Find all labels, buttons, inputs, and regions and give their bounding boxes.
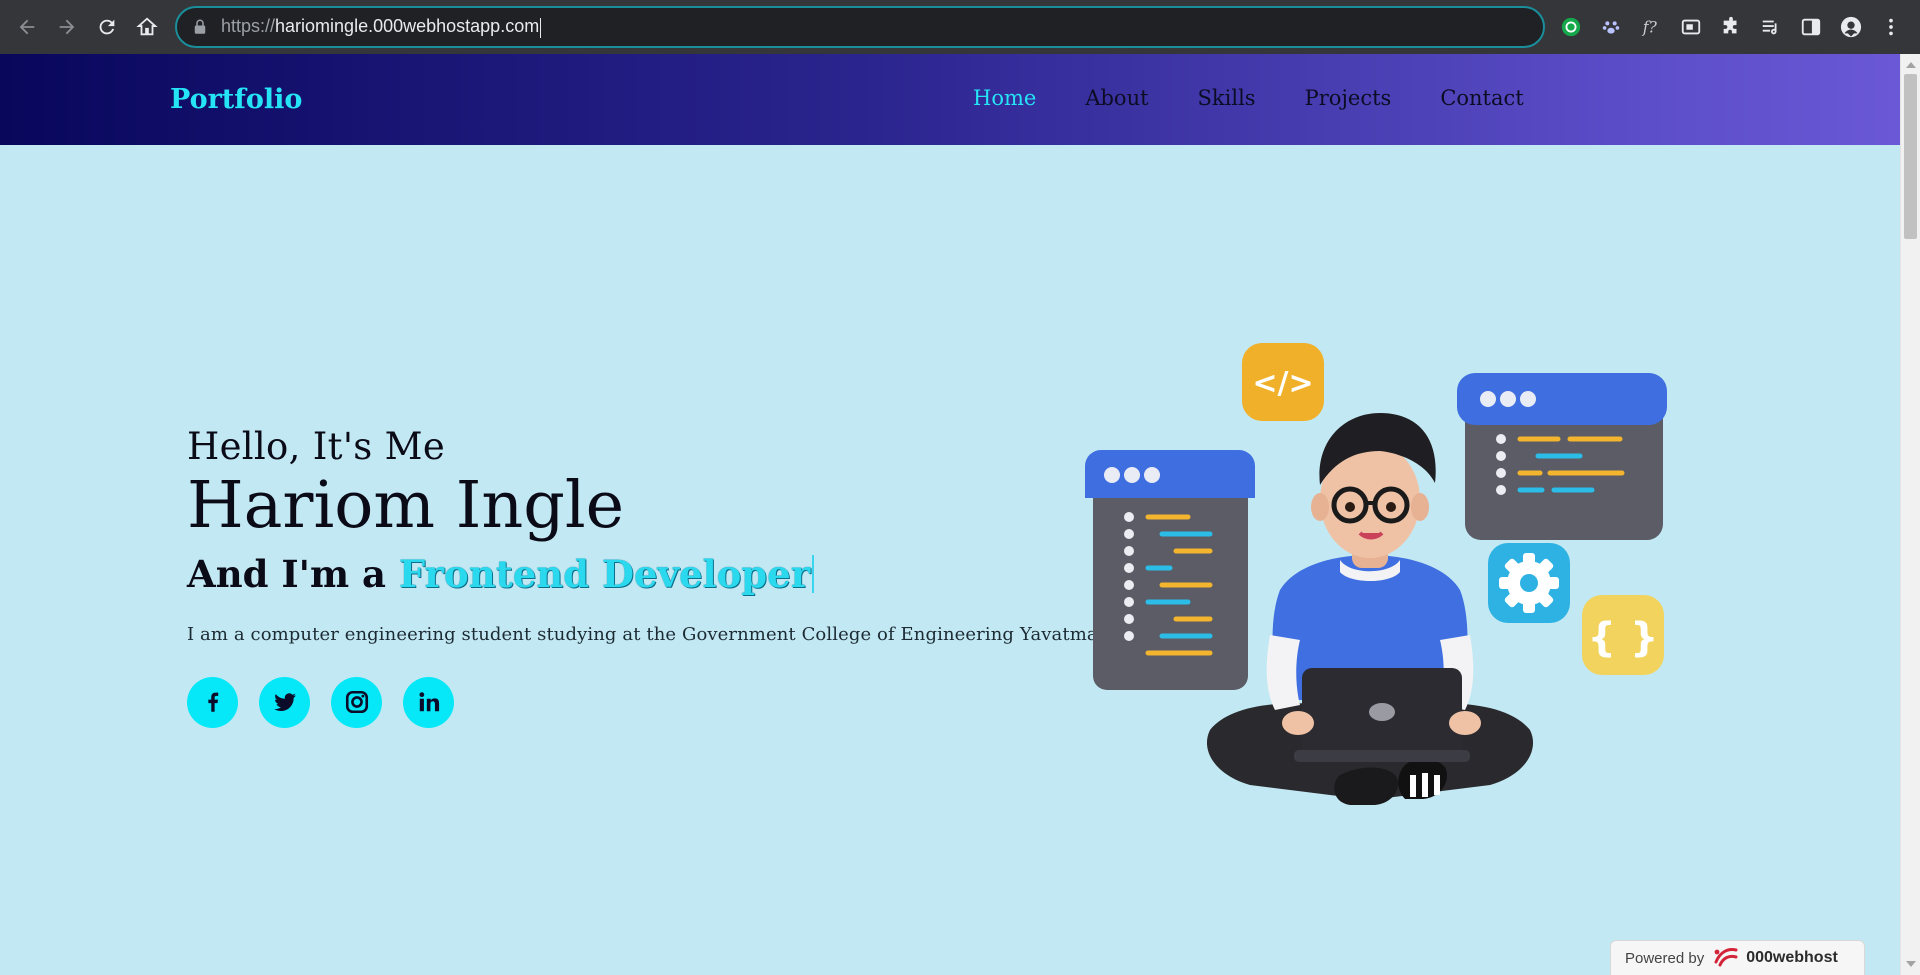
side-panel-icon[interactable] — [1796, 12, 1826, 42]
svg-text:{ }: { } — [1588, 615, 1659, 661]
hero-section: Hello, It's Me Hariom Ingle And I'm a Fr… — [187, 425, 1109, 728]
scroll-up-arrow-icon[interactable] — [1906, 62, 1916, 68]
nav-about[interactable]: About — [1085, 86, 1148, 110]
facebook-icon[interactable] — [187, 676, 238, 728]
code-window-left — [1085, 450, 1255, 690]
000webhost-logo-icon — [1712, 944, 1740, 973]
hero-bio: I am a computer engineering student stud… — [187, 623, 1110, 645]
instagram-icon[interactable] — [331, 676, 382, 728]
home-icon[interactable] — [130, 10, 164, 44]
lock-icon[interactable] — [191, 18, 209, 36]
powered-by-badge[interactable]: Powered by 000webhost — [1610, 940, 1865, 975]
social-links — [187, 676, 1109, 728]
nav-contact[interactable]: Contact — [1440, 86, 1523, 110]
scroll-down-arrow-icon[interactable] — [1906, 961, 1916, 967]
svg-text:</>: </> — [1252, 366, 1313, 401]
url-text[interactable]: https://hariomingle.000webhostapp.com — [221, 16, 542, 38]
developer-with-laptop-illustration: </> {} — [1080, 335, 1670, 835]
role-text: Frontend Developer — [398, 551, 811, 596]
twitter-icon[interactable] — [259, 676, 310, 728]
page-scrollbar[interactable] — [1900, 54, 1920, 975]
hero-role-line: And I'm a Frontend Developer — [187, 552, 1109, 596]
paw-icon[interactable] — [1596, 12, 1626, 42]
role-prefix: And I'm a — [187, 551, 387, 596]
screenshot-icon[interactable] — [1676, 12, 1706, 42]
nav-skills[interactable]: Skills — [1198, 86, 1256, 110]
url-host: hariomingle.000webhostapp.com — [275, 16, 540, 37]
url-scheme: https:// — [221, 16, 276, 37]
site-header: Portfolio Home About Skills Projects Con… — [0, 54, 1900, 145]
code-tag-badge: </> — [1242, 343, 1324, 421]
hero-greeting: Hello, It's Me — [187, 425, 446, 468]
typing-caret — [812, 554, 815, 593]
forward-arrow-icon[interactable] — [50, 10, 84, 44]
main-nav: Home About Skills Projects Contact — [973, 86, 1573, 110]
back-arrow-icon[interactable] — [10, 10, 44, 44]
braces-badge: { } — [1582, 595, 1664, 675]
reading-list-icon[interactable] — [1756, 12, 1786, 42]
address-bar[interactable]: https://hariomingle.000webhostapp.com — [175, 6, 1545, 48]
hero-name: Hariom Ingle — [187, 468, 625, 543]
nav-home[interactable]: Home — [973, 86, 1036, 110]
extensions-bar: f? — [1556, 0, 1920, 54]
kebab-menu-icon[interactable] — [1876, 12, 1906, 42]
browser-toolbar: https://hariomingle.000webhostapp.com f? — [0, 0, 1920, 54]
linkedin-icon[interactable] — [403, 676, 454, 728]
grammarly-icon[interactable] — [1556, 12, 1586, 42]
profile-icon[interactable] — [1836, 12, 1866, 42]
reload-icon[interactable] — [90, 10, 124, 44]
svg-text:f?: f? — [1642, 19, 1658, 37]
powered-by-label: Powered by — [1625, 949, 1705, 967]
gear-icon — [1488, 543, 1570, 623]
code-window-right — [1457, 373, 1667, 540]
function-icon[interactable]: f? — [1636, 12, 1666, 42]
nav-projects[interactable]: Projects — [1305, 86, 1392, 110]
text-caret — [540, 17, 542, 38]
powered-by-brand: 000webhost — [1746, 949, 1838, 966]
puzzle-icon[interactable] — [1716, 12, 1746, 42]
scrollbar-thumb[interactable] — [1904, 74, 1917, 239]
site-logo[interactable]: Portfolio — [170, 84, 302, 115]
